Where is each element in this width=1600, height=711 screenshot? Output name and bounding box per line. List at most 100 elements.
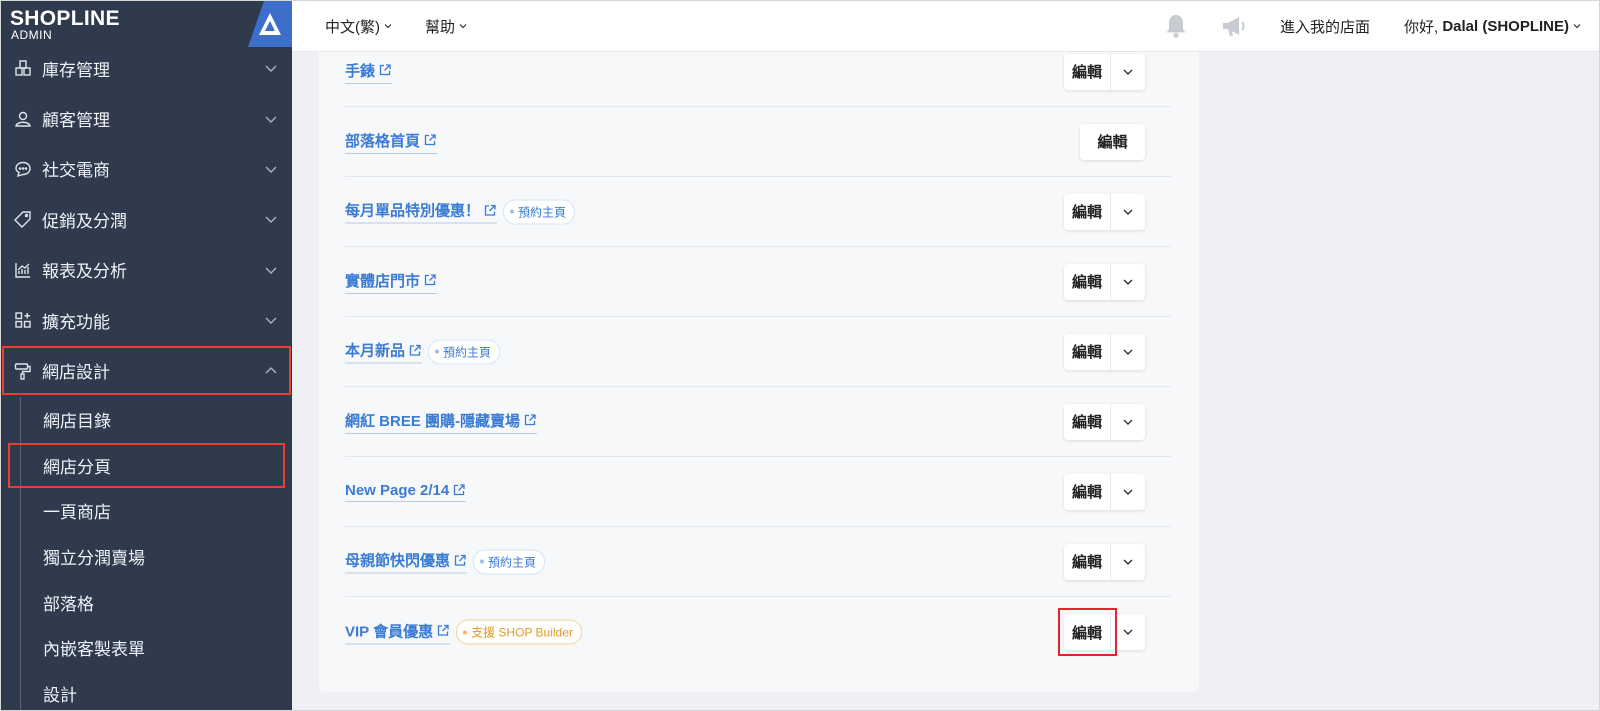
badge-label: 支援 SHOP Builder xyxy=(471,625,573,640)
chevron-up-icon xyxy=(265,366,277,374)
edit-button[interactable]: 編輯 xyxy=(1064,543,1111,580)
user-name: Dalal (SHOPLINE) xyxy=(1442,17,1569,35)
edit-button[interactable]: 編輯 xyxy=(1064,473,1111,510)
external-link-icon xyxy=(379,64,391,76)
page-title: 實體店門市 xyxy=(345,272,421,290)
page-row: New Page 2/14 編輯 xyxy=(345,457,1171,527)
sidebar-item-social[interactable]: 社交電商 xyxy=(1,144,292,194)
page-row: 本月新品 預約主頁 編輯 xyxy=(345,317,1171,387)
submenu-item-embedded-form[interactable]: 內嵌客製表單 xyxy=(21,625,292,671)
user-menu[interactable]: 你好, Dalal (SHOPLINE) xyxy=(1404,16,1581,37)
help-dropdown[interactable]: 幫助 xyxy=(425,16,467,37)
sidebar-item-apps[interactable]: 擴充功能 xyxy=(1,295,292,345)
apps-icon xyxy=(13,310,33,330)
submenu-item-blog[interactable]: 部落格 xyxy=(21,579,292,625)
paint-roller-icon xyxy=(13,361,33,381)
sidebar-nav: 庫存管理 顧客管理 社交電商 促銷及分潤 報表及分析 擴充功能 網店設計 xyxy=(1,43,292,396)
chevron-down-icon xyxy=(265,267,277,274)
submenu-item-pages[interactable]: 網店分頁 xyxy=(8,442,285,489)
page-title-link[interactable]: 網紅 BREE 團購-隱藏賣場 xyxy=(345,410,538,434)
page-row: 手錶 編輯 xyxy=(345,37,1171,107)
page-title-link[interactable]: VIP 會員優惠 xyxy=(345,620,451,644)
pages-list-panel: 手錶 編輯 部落格首頁 編輯 每月單品特別優惠！ 預約主頁 編輯 實體店門市 編… xyxy=(319,52,1199,692)
badge-dot xyxy=(480,559,485,564)
page-actions: 編輯 xyxy=(1064,543,1145,580)
help-label: 幫助 xyxy=(425,18,456,36)
page-row: 網紅 BREE 團購-隱藏賣場 編輯 xyxy=(345,387,1171,457)
page-title: 手錶 xyxy=(345,62,376,80)
badge-dot xyxy=(510,209,515,214)
page-title-link[interactable]: 部落格首頁 xyxy=(345,130,438,154)
edit-button[interactable]: 編輯 xyxy=(1080,124,1145,160)
chevron-down-icon xyxy=(1123,209,1133,215)
chevron-down-icon xyxy=(1123,419,1133,425)
page-row: 每月單品特別優惠！ 預約主頁 編輯 xyxy=(345,177,1171,247)
main-content: 手錶 編輯 部落格首頁 編輯 每月單品特別優惠！ 預約主頁 編輯 實體店門市 編… xyxy=(292,52,1599,710)
logo[interactable]: SHOPLINE ADMIN xyxy=(1,1,292,47)
edit-button[interactable]: 編輯 xyxy=(1064,263,1111,300)
page-title: New Page 2/14 xyxy=(345,481,450,499)
page-row: VIP 會員優惠 支援 SHOP Builder 編輯 xyxy=(345,597,1171,667)
external-link-icon xyxy=(454,554,466,566)
more-actions-dropdown[interactable] xyxy=(1111,474,1145,510)
page-title-link[interactable]: New Page 2/14 xyxy=(345,481,467,502)
more-actions-dropdown[interactable] xyxy=(1111,404,1145,440)
page-title: 本月新品 xyxy=(345,342,406,360)
sidebar-item-reports[interactable]: 報表及分析 xyxy=(1,245,292,295)
page-title: VIP 會員優惠 xyxy=(345,623,434,640)
more-actions-dropdown[interactable] xyxy=(1111,194,1145,230)
edit-button[interactable]: 編輯 xyxy=(1058,608,1117,656)
edit-button[interactable]: 編輯 xyxy=(1064,193,1111,230)
page-title-link[interactable]: 本月新品 xyxy=(345,340,423,364)
scheduled-homepage-badge: 預約主頁 xyxy=(473,549,546,574)
page-actions: 編輯 xyxy=(1064,53,1145,90)
external-link-icon xyxy=(424,274,436,286)
external-link-icon xyxy=(409,344,421,356)
sidebar-item-store-design[interactable]: 網店設計 xyxy=(1,345,292,395)
page-title: 部落格首頁 xyxy=(345,132,421,150)
page-title-link[interactable]: 手錶 xyxy=(345,60,393,84)
edit-button[interactable]: 編輯 xyxy=(1064,403,1111,440)
page-actions: 編輯 xyxy=(1064,403,1145,440)
more-actions-dropdown[interactable] xyxy=(1111,614,1145,650)
chat-icon xyxy=(13,159,33,179)
page-actions: 編輯 xyxy=(1064,193,1145,230)
page-title: 網紅 BREE 團購-隱藏賣場 xyxy=(345,412,521,430)
sidebar-item-label: 擴充功能 xyxy=(42,312,110,332)
page-title-link[interactable]: 實體店門市 xyxy=(345,270,438,294)
submenu-item-design[interactable]: 設計 xyxy=(21,671,292,710)
language-dropdown[interactable]: 中文(繁) xyxy=(325,16,392,37)
page-actions: 編輯 xyxy=(1064,473,1145,510)
more-actions-dropdown[interactable] xyxy=(1111,54,1145,90)
more-actions-dropdown[interactable] xyxy=(1111,334,1145,370)
more-actions-dropdown[interactable] xyxy=(1111,264,1145,300)
sidebar-item-customers[interactable]: 顧客管理 xyxy=(1,93,292,143)
greeting-text: 你好, xyxy=(1403,18,1439,36)
tag-icon xyxy=(13,209,33,229)
chevron-down-icon xyxy=(459,24,467,29)
notification-bell-icon[interactable] xyxy=(1164,13,1188,39)
sidebar-item-inventory[interactable]: 庫存管理 xyxy=(1,43,292,93)
sidebar-item-promotions[interactable]: 促銷及分潤 xyxy=(1,194,292,244)
more-actions-dropdown[interactable] xyxy=(1111,544,1145,580)
edit-button[interactable]: 編輯 xyxy=(1064,53,1111,90)
chevron-down-icon xyxy=(1123,69,1133,75)
badge-dot xyxy=(435,349,440,354)
chevron-down-icon xyxy=(265,317,277,325)
chevron-down-icon xyxy=(265,116,277,123)
page-actions: 編輯 xyxy=(1080,123,1145,160)
page-title-link[interactable]: 母親節快閃優惠 xyxy=(345,550,468,574)
page-title-link[interactable]: 每月單品特別優惠！ xyxy=(345,200,498,224)
page-row: 部落格首頁 編輯 xyxy=(345,107,1171,177)
sidebar-item-label: 網店設計 xyxy=(42,363,110,383)
external-link-icon xyxy=(454,484,465,496)
customer-icon xyxy=(13,109,33,129)
scheduled-homepage-badge: 預約主頁 xyxy=(503,199,576,224)
chevron-down-icon xyxy=(1123,349,1133,355)
announcement-megaphone-icon[interactable] xyxy=(1220,14,1248,38)
edit-button[interactable]: 編輯 xyxy=(1064,333,1111,370)
visit-store-link[interactable]: 進入我的店面 xyxy=(1280,16,1370,37)
submenu-item-one-page-store[interactable]: 一頁商店 xyxy=(21,488,292,534)
submenu-item-affiliate-store[interactable]: 獨立分潤賣場 xyxy=(21,534,292,580)
submenu-item-catalog[interactable]: 網店目錄 xyxy=(21,397,292,443)
